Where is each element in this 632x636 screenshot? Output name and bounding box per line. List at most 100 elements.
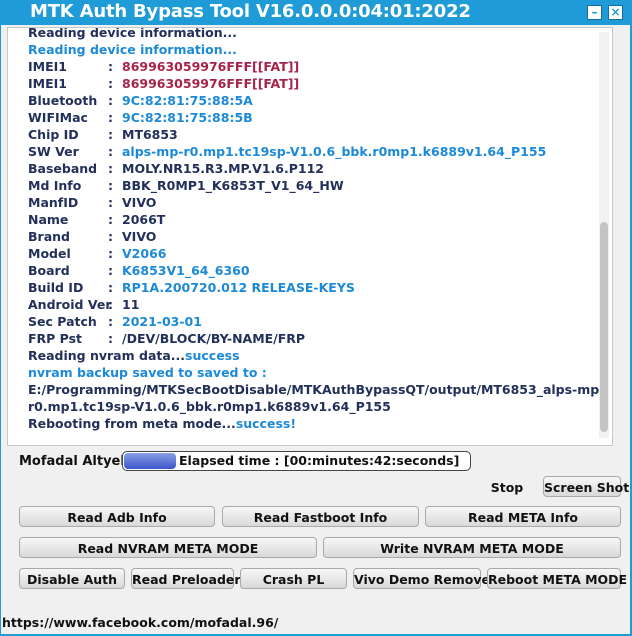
write-nvram-meta-button[interactable]: Write NVRAM META MODE — [323, 537, 621, 558]
info-label: IMEI1 — [28, 76, 67, 91]
info-label: SW Ver — [28, 144, 79, 159]
info-label: Brand — [28, 229, 70, 244]
reboot-label: Rebooting from meta mode... — [28, 416, 236, 431]
progress-fill — [124, 453, 177, 469]
info-value: 9C:82:81:75:88:5A — [122, 93, 253, 108]
info-value: 2066T — [122, 212, 166, 227]
info-label: Chip ID — [28, 127, 79, 142]
info-value: MOLY.NR15.R3.MP.V1.6.P112 — [122, 161, 324, 176]
info-separator: : — [108, 195, 113, 210]
author-label: Mofadal Altyeb — [19, 454, 130, 469]
info-value: 9C:82:81:75:88:5B — [122, 110, 253, 125]
info-separator: : — [108, 229, 113, 244]
info-label: Name — [28, 212, 69, 227]
info-value: BBK_R0MP1_K6853T_V1_64_HW — [122, 178, 344, 193]
info-separator: : — [108, 246, 113, 261]
info-row: ManfID: VIVO — [28, 194, 588, 211]
info-row: Board: K6853V1_64_6360 — [28, 262, 588, 279]
info-row: SW Ver: alps-mp-r0.mp1.tc19sp-V1.0.6_bbk.… — [28, 143, 588, 160]
info-separator: : — [108, 178, 113, 193]
info-separator: : — [108, 110, 113, 125]
info-row: Name:2066T — [28, 211, 588, 228]
info-value: VIVO — [122, 229, 157, 244]
read-nvram-meta-button[interactable]: Read NVRAM META MODE — [19, 537, 317, 558]
info-row: FRP Pst: /DEV/BLOCK/BY-NAME/FRP — [28, 330, 588, 347]
log-panel: Reading device information... Reading de… — [7, 27, 613, 446]
info-value: 11 — [122, 297, 140, 312]
info-label: IMEI1 — [28, 59, 67, 74]
vivo-demo-remove-button[interactable]: Vivo Demo Remove — [353, 568, 490, 589]
info-value: VIVO — [122, 195, 157, 210]
info-separator: : — [108, 280, 113, 295]
info-row: WIFIMac:9C:82:81:75:88:5B — [28, 109, 588, 126]
reboot-meta-mode-button[interactable]: Reboot META MODE — [487, 568, 627, 589]
log-line-backup: nvram backup saved to saved to : — [28, 365, 267, 380]
title-bar: MTK Auth Bypass Tool V16.0.0.0:04:01:202… — [0, 0, 632, 25]
info-row: Md Info: BBK_R0MP1_K6853T_V1_64_HW — [28, 177, 588, 194]
read-preloader-button[interactable]: Read Preloader — [131, 568, 241, 589]
info-separator: : — [108, 212, 113, 227]
log-line-path-2: r0.mp1.tc19sp-V1.0.6_bbk.r0mp1.k6889v1.6… — [28, 399, 391, 414]
log-line-nvram: Reading nvram data...success — [28, 347, 588, 364]
info-value: 2021-03-01 — [122, 314, 202, 329]
device-info-rows: IMEI1:869963059976FFF[[FAT]] IMEI1:869963… — [28, 58, 588, 347]
info-row: IMEI1:869963059976FFF[[FAT]] — [28, 75, 588, 92]
log-line-heading: Reading device information... — [28, 42, 237, 57]
info-value: K6853V1_64_6360 — [122, 263, 250, 278]
elapsed-time: Elapsed time : [00:minutes:42:seconds] — [179, 453, 460, 468]
info-value: alps-mp-r0.mp1.tc19sp-V1.0.6_bbk.r0mp1.k… — [122, 144, 547, 159]
info-separator: : — [108, 59, 113, 74]
info-label: ManfID — [28, 195, 79, 210]
info-value: /DEV/BLOCK/BY-NAME/FRP — [122, 331, 306, 346]
info-label: Bluetooth — [28, 93, 98, 108]
info-separator: : — [108, 144, 113, 159]
crash-pl-button[interactable]: Crash PL — [240, 568, 347, 589]
info-separator: : — [108, 76, 113, 91]
screenshot-button[interactable]: Screen Shot — [543, 476, 629, 497]
info-row: Model: V2066 — [28, 245, 588, 262]
info-label: Model — [28, 246, 71, 261]
facebook-link[interactable]: https://www.facebook.com/mofadal.96/ — [2, 615, 278, 630]
info-separator: : — [108, 263, 113, 278]
log-line-path-1: E:/Programming/MTKSecBootDisable/MTKAuth… — [28, 382, 605, 397]
info-value: 869963059976FFF[[FAT]] — [122, 59, 300, 74]
info-row: Bluetooth:9C:82:81:75:88:5A — [28, 92, 588, 109]
info-value: 869963059976FFF[[FAT]] — [122, 76, 300, 91]
reboot-status: success! — [235, 416, 297, 431]
log-line-reboot: Rebooting from meta mode...success! — [28, 415, 588, 432]
info-separator: : — [108, 314, 113, 329]
info-label: WIFIMac — [28, 110, 88, 125]
info-row: Chip ID: MT6853 — [28, 126, 588, 143]
window-title: MTK Auth Bypass Tool V16.0.0.0:04:01:202… — [30, 1, 471, 22]
log-content: Reading device information... Reading de… — [28, 27, 605, 432]
info-separator: : — [108, 331, 113, 346]
info-label: Board — [28, 263, 70, 278]
nvram-status: success — [185, 348, 240, 363]
read-meta-info-button[interactable]: Read META Info — [425, 506, 621, 527]
info-row: Build ID: RP1A.200720.012 RELEASE-KEYS — [28, 279, 588, 296]
info-value: RP1A.200720.012 RELEASE-KEYS — [122, 280, 355, 295]
info-separator: : — [108, 93, 113, 108]
stop-button[interactable]: Stop — [478, 476, 536, 497]
info-label: Baseband — [28, 161, 98, 176]
read-adb-info-button[interactable]: Read Adb Info — [19, 506, 215, 527]
info-label: Md Info — [28, 178, 82, 193]
progress-bar: Elapsed time : [00:minutes:42:seconds] — [122, 451, 471, 471]
info-row: Sec Patch:2021-03-01 — [28, 313, 588, 330]
info-row: Android Ver: 11 — [28, 296, 588, 313]
read-fastboot-info-button[interactable]: Read Fastboot Info — [222, 506, 419, 527]
close-icon[interactable]: × — [608, 5, 623, 20]
minimize-icon[interactable]: – — [587, 5, 602, 20]
info-separator: : — [108, 161, 113, 176]
info-value: V2066 — [122, 246, 167, 261]
info-separator: : — [108, 297, 113, 312]
info-row: Baseband: MOLY.NR15.R3.MP.V1.6.P112 — [28, 160, 588, 177]
info-label: Android Ver — [28, 297, 112, 312]
info-label: Sec Patch — [28, 314, 97, 329]
scrollbar-thumb[interactable] — [600, 222, 608, 432]
log-line-partial: Reading device information... — [28, 27, 237, 40]
disable-auth-button[interactable]: Disable Auth — [19, 568, 125, 589]
info-label: FRP Pst — [28, 331, 83, 346]
nvram-label: Reading nvram data... — [28, 348, 186, 363]
vertical-scrollbar[interactable] — [599, 32, 609, 438]
